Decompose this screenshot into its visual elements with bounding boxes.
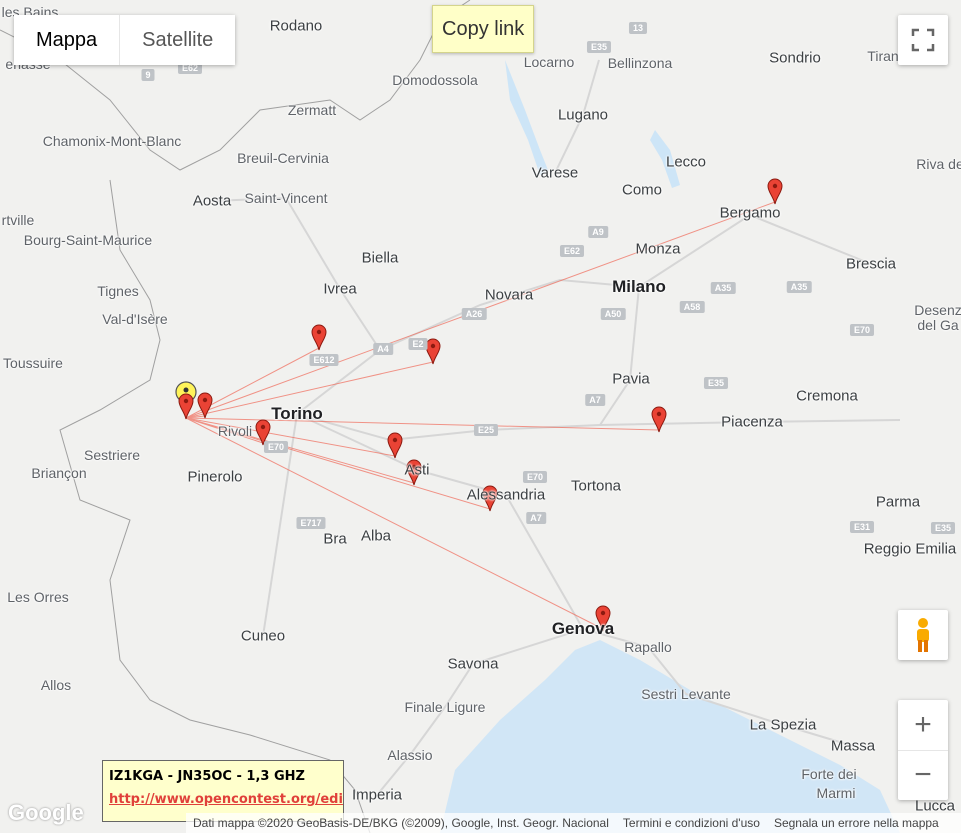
map-type-control: Mappa Satellite xyxy=(14,15,236,65)
fullscreen-button[interactable] xyxy=(898,15,948,65)
station-marker-icon[interactable] xyxy=(197,392,213,419)
map-type-map-button[interactable]: Mappa xyxy=(14,15,121,65)
station-marker-icon[interactable] xyxy=(425,338,441,365)
station-marker-icon[interactable] xyxy=(387,432,403,459)
lake-maggiore xyxy=(505,60,548,175)
google-logo[interactable]: Google xyxy=(8,800,84,826)
station-markers xyxy=(175,178,783,632)
street-view-pegman-button[interactable] xyxy=(898,610,948,660)
zoom-control: + − xyxy=(898,700,948,800)
map-base xyxy=(0,0,901,833)
station-info-title: IZ1KGA - JN35OC - 1,3 GHZ xyxy=(109,769,305,784)
report-error-link[interactable]: Segnala un errore nella mappa xyxy=(767,816,946,830)
map-type-satellite-button[interactable]: Satellite xyxy=(120,15,236,65)
map-footer: Dati mappa ©2020 GeoBasis-DE/BKG (©2009)… xyxy=(186,813,961,833)
station-marker-icon[interactable] xyxy=(595,605,611,632)
ligurian-sea xyxy=(440,640,900,833)
terms-link[interactable]: Termini e condizioni d'uso xyxy=(616,816,767,830)
station-marker-icon[interactable] xyxy=(651,406,667,433)
pegman-icon xyxy=(917,618,929,652)
qso-line xyxy=(185,201,776,419)
station-marker-icon[interactable] xyxy=(767,178,783,205)
lake-como xyxy=(650,130,680,188)
opencontest-link[interactable]: http://www.opencontest.org/edi xyxy=(109,792,343,807)
border-line-west xyxy=(59,179,371,833)
zoom-out-button[interactable]: − xyxy=(898,751,948,801)
station-marker-icon[interactable] xyxy=(311,324,327,351)
fullscreen-icon xyxy=(911,28,935,52)
zoom-in-button[interactable]: + xyxy=(898,700,948,751)
map-data-attribution: Dati mappa ©2020 GeoBasis-DE/BKG (©2009)… xyxy=(193,816,609,830)
copy-link-button[interactable]: Copy link xyxy=(432,5,535,53)
map-canvas[interactable]: Rodano Domodossola Locarno Bellinzona Sondri… xyxy=(0,0,961,833)
qso-line xyxy=(185,361,434,419)
